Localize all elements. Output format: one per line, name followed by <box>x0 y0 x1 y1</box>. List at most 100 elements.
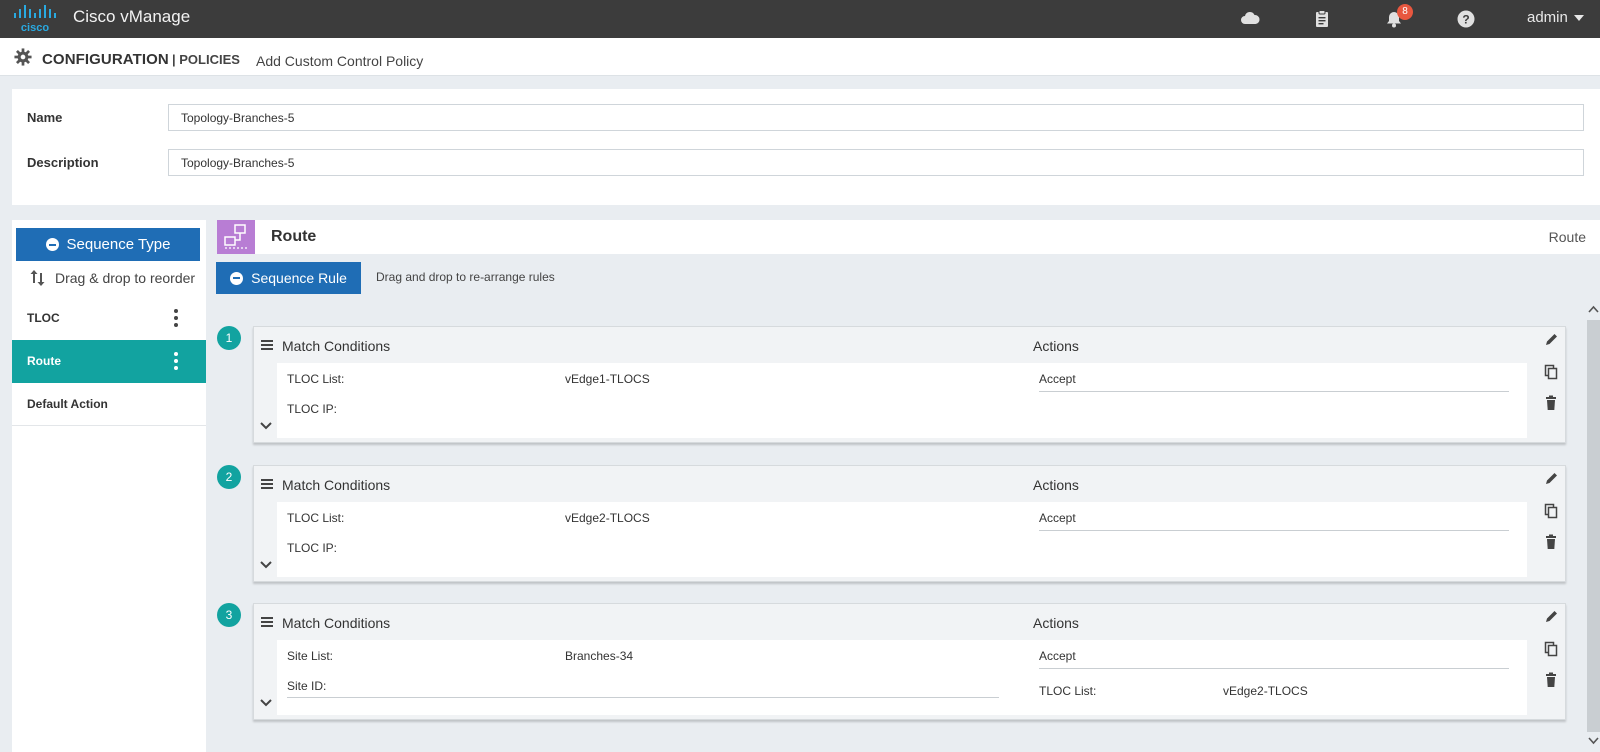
notifications[interactable]: 8 <box>1384 4 1413 29</box>
route-type-badge <box>217 220 255 254</box>
divider <box>287 697 999 698</box>
rule-header: Match Conditions Actions <box>254 466 1567 502</box>
sequence-rule-button[interactable]: Sequence Rule <box>216 262 361 294</box>
scrollbar-thumb[interactable] <box>1587 320 1600 732</box>
sidebar-item-route[interactable]: Route <box>12 340 206 383</box>
drag-hint-text: Drag & drop to reorder <box>55 270 196 286</box>
action-value: Accept <box>1039 511 1076 525</box>
actions-title: Actions <box>1033 338 1079 354</box>
condition-label: Site ID: <box>287 679 327 693</box>
pencil-icon[interactable] <box>1544 609 1558 625</box>
user-menu[interactable]: admin <box>1527 9 1584 26</box>
top-bar: cisco Cisco vManage 8 ? admin <box>0 0 1600 38</box>
policy-form: Name Description <box>12 89 1600 205</box>
rule-drag-hint: Drag and drop to re-arrange rules <box>376 270 555 284</box>
app-title: Cisco vManage <box>73 7 191 26</box>
cisco-logo-icon[interactable]: cisco <box>12 4 62 34</box>
rule-number: 2 <box>217 465 241 489</box>
condition-value: vEdge1-TLOCS <box>565 372 650 386</box>
actions-title: Actions <box>1033 477 1079 493</box>
chevron-down-icon[interactable] <box>260 561 272 569</box>
trash-icon[interactable] <box>1544 395 1558 411</box>
name-input[interactable] <box>168 104 1584 131</box>
match-conditions-body: TLOC List: vEdge2-TLOCS TLOC IP: <box>277 502 1029 577</box>
sequence-type-button[interactable]: Sequence Type <box>16 228 200 261</box>
brand-text: cisco <box>21 22 49 34</box>
condition-label: TLOC IP: <box>287 402 338 416</box>
condition-label: TLOC List: <box>287 511 345 525</box>
divider <box>1039 391 1509 392</box>
rule-card[interactable]: Match Conditions Actions Site List: Bran… <box>253 603 1566 720</box>
svg-text:?: ? <box>1462 13 1469 27</box>
user-name: admin <box>1527 9 1568 26</box>
sidebar-item-label: Default Action <box>27 397 108 411</box>
drag-handle-icon[interactable] <box>261 617 273 627</box>
action-value: Accept <box>1039 649 1076 663</box>
sequence-type-label: Sequence Type <box>66 236 171 253</box>
scroll-down-arrow-icon[interactable] <box>1587 734 1600 748</box>
breadcrumb: CONFIGURATION | POLICIES Add Custom Cont… <box>0 38 1600 76</box>
trash-icon[interactable] <box>1544 672 1558 688</box>
sequence-title: Route <box>271 228 317 245</box>
actions-body: Accept <box>1027 502 1527 577</box>
sequence-rule-label: Sequence Rule <box>251 270 347 286</box>
rule-number: 1 <box>217 326 241 350</box>
condition-label: TLOC List: <box>287 372 345 386</box>
rule-card[interactable]: Match Conditions Actions TLOC List: vEdg… <box>253 465 1566 582</box>
match-conditions-title: Match Conditions <box>282 338 391 354</box>
action-param-value: vEdge2-TLOCS <box>1223 684 1308 698</box>
sidebar-item-tloc[interactable]: TLOC <box>12 297 206 340</box>
drag-hint: Drag & drop to reorder <box>29 268 195 288</box>
cloud-icon[interactable] <box>1240 9 1260 29</box>
kebab-menu-icon[interactable] <box>173 308 179 328</box>
reorder-arrows-icon <box>30 270 45 286</box>
minus-circle-icon <box>230 271 244 285</box>
chevron-down-icon[interactable] <box>260 422 272 430</box>
notification-badge: 8 <box>1397 4 1413 20</box>
condition-label: TLOC IP: <box>287 541 338 555</box>
sidebar-item-label: TLOC <box>27 311 60 325</box>
breadcrumb-section[interactable]: CONFIGURATION <box>42 51 169 68</box>
caret-down-icon <box>1573 15 1584 22</box>
actions-body: Accept <box>1027 363 1527 438</box>
copy-icon[interactable] <box>1544 503 1558 519</box>
rule-number: 3 <box>217 603 241 627</box>
actions-body: Accept TLOC List: vEdge2-TLOCS <box>1027 640 1527 715</box>
sidebar-item-label: Route <box>27 354 61 368</box>
copy-icon[interactable] <box>1544 364 1558 380</box>
divider <box>1039 530 1509 531</box>
description-label: Description <box>27 155 99 170</box>
page-title: Add Custom Control Policy <box>256 53 424 69</box>
trash-icon[interactable] <box>1544 534 1558 550</box>
match-conditions-title: Match Conditions <box>282 615 391 631</box>
actions-title: Actions <box>1033 615 1079 631</box>
match-conditions-body: Site List: Branches-34 Site ID: <box>277 640 1029 715</box>
match-conditions-body: TLOC List: vEdge1-TLOCS TLOC IP: <box>277 363 1029 438</box>
drag-handle-icon[interactable] <box>261 479 273 489</box>
rule-card[interactable]: Match Conditions Actions TLOC List: vEdg… <box>253 326 1566 443</box>
scroll-up-arrow-icon[interactable] <box>1587 302 1600 316</box>
clipboard-icon[interactable] <box>1312 9 1332 29</box>
rule-header: Match Conditions Actions <box>254 604 1567 640</box>
gear-icon <box>14 48 32 66</box>
breadcrumb-policies[interactable]: | POLICIES <box>172 52 240 67</box>
condition-value: Branches-34 <box>565 649 634 663</box>
help-icon[interactable]: ? <box>1456 9 1476 29</box>
divider <box>1039 668 1509 669</box>
condition-label: Site List: <box>287 649 334 663</box>
chevron-down-icon[interactable] <box>260 699 272 707</box>
sequence-type-label-right: Route <box>1548 229 1586 245</box>
drag-handle-icon[interactable] <box>261 340 273 350</box>
sequence-sidebar: Sequence Type Drag & drop to reorder TLO… <box>12 220 206 752</box>
match-conditions-title: Match Conditions <box>282 477 391 493</box>
pencil-icon[interactable] <box>1544 332 1558 348</box>
action-value: Accept <box>1039 372 1076 386</box>
sidebar-item-default-action[interactable]: Default Action <box>12 383 206 426</box>
pencil-icon[interactable] <box>1544 471 1558 487</box>
condition-value: vEdge2-TLOCS <box>565 511 650 525</box>
copy-icon[interactable] <box>1544 641 1558 657</box>
sequence-header: Route Route <box>217 220 1600 254</box>
name-label: Name <box>27 110 63 125</box>
description-input[interactable] <box>168 149 1584 176</box>
kebab-menu-icon[interactable] <box>173 351 179 371</box>
